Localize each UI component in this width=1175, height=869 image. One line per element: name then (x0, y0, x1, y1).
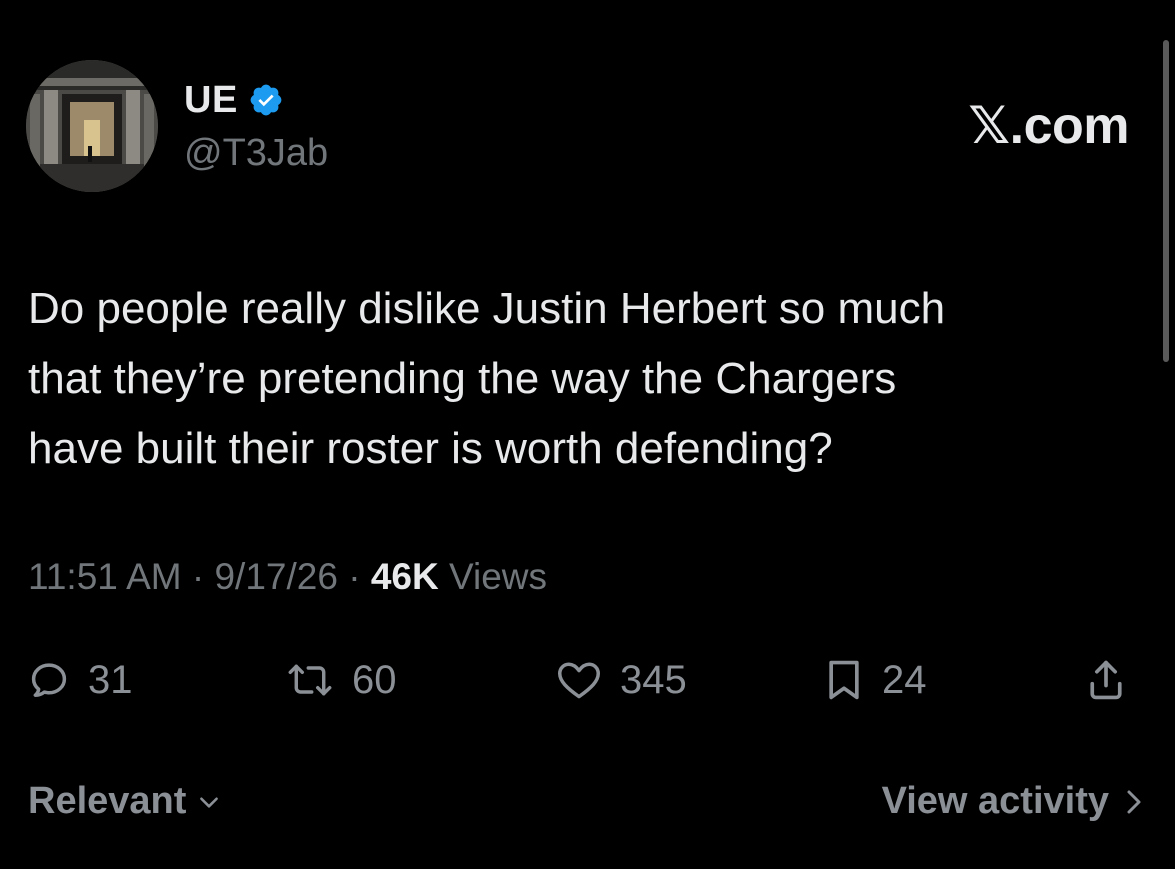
sort-label: Relevant (28, 780, 187, 822)
brand-watermark: 𝕏.com (968, 97, 1129, 155)
chevron-right-icon (1127, 790, 1141, 813)
tweet-text: Do people really dislike Justin Herbert … (28, 284, 946, 473)
scrollbar[interactable] (1163, 40, 1169, 362)
like-count: 345 (620, 657, 687, 702)
share-icon (1090, 660, 1122, 700)
repost-button[interactable]: 60 (286, 648, 397, 712)
bookmark-icon (829, 660, 859, 700)
heart-icon (558, 662, 600, 699)
avatar-image (26, 60, 158, 192)
view-activity-link[interactable]: View activity (882, 780, 1145, 823)
author-handle[interactable]: @T3Jab (184, 132, 328, 175)
like-button[interactable]: 345 (556, 648, 687, 712)
author-display-name[interactable]: UE (184, 79, 238, 122)
avatar[interactable] (26, 60, 158, 192)
reply-icon (31, 663, 67, 697)
bookmark-button[interactable]: 24 (824, 648, 927, 712)
views-count: 46K (370, 556, 439, 597)
views-label: Views (449, 556, 548, 597)
meta-separator: · (348, 556, 371, 597)
tweet-meta: 11:51 AM · 9/17/26 · 46K Views (28, 556, 547, 598)
tweet-time[interactable]: 11:51 AM (28, 556, 182, 597)
repost-icon (288, 664, 332, 696)
tweet-action-bar: 31 60 345 24 (0, 648, 1175, 712)
reply-count: 31 (88, 657, 133, 702)
tweet-date[interactable]: 9/17/26 (214, 556, 337, 597)
chevron-down-icon (200, 796, 219, 808)
share-button[interactable] (1086, 648, 1126, 712)
view-activity-label: View activity (881, 780, 1109, 822)
bookmark-count: 24 (882, 657, 927, 702)
reply-button[interactable]: 31 (28, 648, 133, 712)
sort-replies-dropdown[interactable]: Relevant (28, 780, 222, 823)
repost-count: 60 (352, 657, 397, 702)
verified-badge-icon (248, 82, 284, 118)
author-name-row[interactable]: UE (184, 78, 284, 122)
meta-separator: · (191, 556, 215, 597)
